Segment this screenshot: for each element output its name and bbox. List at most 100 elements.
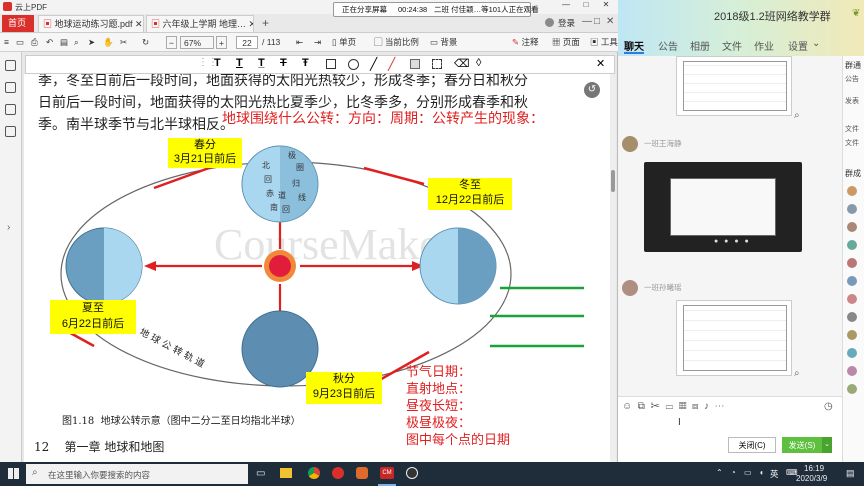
- page-button[interactable]: ▦ 页面: [552, 36, 580, 49]
- chat-input-area[interactable]: ☺ ⧉ ✂ ▭ ▦ ⧈ ♪ ⋯ ◷ I 关闭(C) 发送(S) ⌄: [618, 396, 842, 462]
- chat-image-message[interactable]: [676, 56, 792, 116]
- text-tool-icon[interactable]: T: [214, 57, 221, 69]
- zoom-in-button[interactable]: +: [216, 36, 227, 49]
- announcement-item[interactable]: 公告: [845, 74, 859, 84]
- history-icon[interactable]: ◷: [824, 401, 833, 412]
- line-tool-icon[interactable]: ╱: [370, 57, 377, 71]
- copy-icon[interactable]: [5, 104, 16, 115]
- send-options-chevron-icon[interactable]: ⌄: [822, 437, 832, 453]
- arrow-tool-icon[interactable]: ╱: [388, 57, 395, 71]
- tab-files[interactable]: 文件: [722, 38, 742, 53]
- tab-home[interactable]: 首页: [2, 15, 34, 32]
- user-icon[interactable]: [545, 18, 554, 27]
- ink-drop-icon[interactable]: ◊: [476, 57, 481, 69]
- member-avatar[interactable]: [847, 384, 857, 394]
- clock-time[interactable]: 16:19: [804, 464, 824, 473]
- attachment-icon[interactable]: [5, 126, 16, 137]
- qq-icon[interactable]: [406, 467, 418, 479]
- file-explorer-icon[interactable]: [280, 468, 292, 478]
- folder-icon[interactable]: ▭: [666, 401, 674, 412]
- member-avatar[interactable]: [847, 240, 857, 250]
- image-icon[interactable]: ▦: [679, 401, 687, 412]
- save-icon[interactable]: ▭: [16, 36, 24, 49]
- menu-icon[interactable]: ≡: [4, 36, 9, 49]
- chrome-icon[interactable]: [308, 467, 320, 479]
- member-avatar[interactable]: [847, 276, 857, 286]
- gif-icon[interactable]: ⧉: [638, 401, 645, 412]
- voice-icon[interactable]: ♪: [704, 401, 709, 412]
- close-button[interactable]: ✕: [598, 0, 614, 14]
- file-item-1[interactable]: 文件: [845, 124, 859, 134]
- tab-document-1[interactable]: ▣ 地球运动练习题.pdf ✕: [38, 15, 144, 32]
- eraser-icon[interactable]: ⌫: [454, 57, 470, 70]
- text-italic-icon[interactable]: T̲: [258, 57, 265, 69]
- thumbnail-icon[interactable]: [5, 60, 16, 71]
- post-item[interactable]: 发表: [845, 96, 859, 106]
- background-button[interactable]: ▭ 背景: [430, 36, 457, 49]
- ime-indicator[interactable]: 英: [770, 468, 779, 480]
- screenshot-icon[interactable]: ⧈: [692, 401, 698, 412]
- tab-chat[interactable]: 聊天: [624, 38, 644, 53]
- member-avatar[interactable]: [847, 222, 857, 232]
- member-avatar[interactable]: [847, 258, 857, 268]
- video-control-icons[interactable]: ● ● ● ●: [714, 238, 751, 245]
- undo-icon[interactable]: ↶: [46, 36, 53, 49]
- print-icon[interactable]: ⎙: [31, 36, 38, 49]
- more-icon[interactable]: ⋯: [715, 401, 725, 412]
- member-avatar[interactable]: [847, 366, 857, 376]
- close-chat-button[interactable]: 关闭(C): [728, 437, 776, 453]
- close-icon[interactable]: ✕: [249, 19, 253, 29]
- tools-button[interactable]: ▣ 工具: [590, 36, 618, 49]
- notification-icon[interactable]: ▤: [846, 468, 855, 479]
- member-avatar[interactable]: [847, 312, 857, 322]
- member-avatar[interactable]: [847, 186, 857, 196]
- page-current-input[interactable]: 22: [236, 36, 258, 49]
- maximize-button[interactable]: □: [578, 0, 594, 14]
- cut-icon[interactable]: ✂: [120, 36, 127, 49]
- window-min-button[interactable]: —: [582, 16, 592, 27]
- tray-icons[interactable]: ⌃ ◔ ▭ ◐: [716, 468, 768, 477]
- search-icon[interactable]: ⌕: [794, 110, 800, 121]
- member-avatar[interactable]: [847, 204, 857, 214]
- task-view-icon[interactable]: ▭: [256, 468, 265, 479]
- member-avatar[interactable]: [847, 348, 857, 358]
- window-close-button[interactable]: ✕: [606, 16, 614, 27]
- new-tab-button[interactable]: +: [262, 16, 269, 30]
- ellipse-tool-icon[interactable]: [348, 59, 359, 70]
- tab-settings[interactable]: 设置: [788, 38, 808, 53]
- open-icon[interactable]: ▤: [60, 36, 68, 49]
- tab-homework[interactable]: 作业: [754, 38, 774, 53]
- toolbar-close-icon[interactable]: ✕: [596, 57, 605, 70]
- zoom-out-button[interactable]: −: [166, 36, 177, 49]
- taskbar-search-box[interactable]: ⌕ 在这里输入你要搜索的内容: [26, 464, 248, 484]
- close-icon[interactable]: ✕: [135, 19, 143, 29]
- sidebar-collapse-icon[interactable]: ›: [7, 222, 10, 233]
- hand-icon[interactable]: ✋: [103, 36, 114, 49]
- chevron-down-icon[interactable]: ⌄: [812, 38, 820, 49]
- chat-image-message[interactable]: [676, 300, 792, 376]
- login-link[interactable]: 登录: [558, 17, 575, 29]
- area-tool-icon[interactable]: [432, 59, 442, 69]
- window-max-button[interactable]: □: [594, 16, 600, 27]
- current-ratio-button[interactable]: ▢ 当前比例: [374, 36, 419, 49]
- search-icon[interactable]: ⌕: [74, 36, 79, 49]
- chat-avatar[interactable]: [622, 280, 638, 296]
- text-format-icon[interactable]: T: [236, 57, 243, 69]
- minimize-button[interactable]: —: [558, 0, 574, 14]
- first-page-icon[interactable]: ⇤: [296, 36, 303, 49]
- tab-document-2[interactable]: ▣ 六年级上学期 地理… ✕: [146, 15, 254, 32]
- coursemaker-icon[interactable]: CM: [380, 467, 394, 479]
- member-avatar[interactable]: [847, 294, 857, 304]
- text-caret-icon[interactable]: Ŧ: [302, 57, 309, 69]
- highlight-tool-icon[interactable]: [410, 59, 420, 69]
- zoom-level[interactable]: 67%: [180, 36, 214, 49]
- annotate-button[interactable]: ✎ 注释: [512, 36, 539, 49]
- video-preview[interactable]: ● ● ● ●: [644, 162, 802, 252]
- rotate-icon[interactable]: ↻: [142, 36, 149, 49]
- media-player-icon[interactable]: [356, 467, 368, 479]
- single-page-button[interactable]: ▯ 单页: [332, 36, 356, 49]
- send-button[interactable]: 发送(S): [782, 437, 822, 453]
- chat-avatar[interactable]: [622, 136, 638, 152]
- pdf-scroll-thumb[interactable]: [611, 170, 615, 192]
- refresh-icon[interactable]: ↺: [584, 82, 600, 98]
